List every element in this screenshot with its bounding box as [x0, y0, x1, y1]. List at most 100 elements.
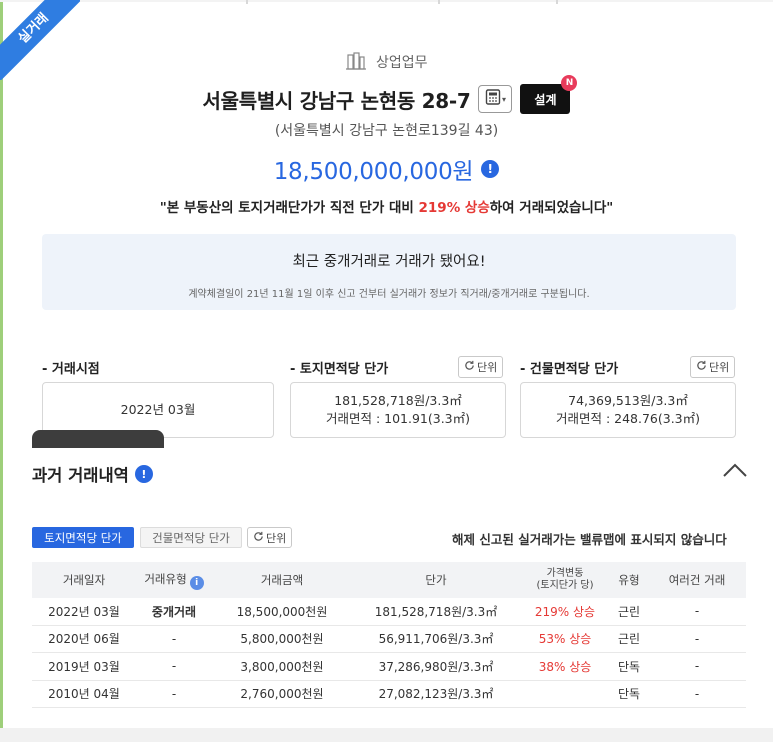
broker-deal-notice: 최근 중개거래로 거래가 됐어요! 계약체결일이 21년 11월 1일 이후 신… — [42, 234, 736, 310]
toast-popup — [32, 430, 164, 448]
calculator-dropdown-button[interactable]: ▾ — [478, 85, 513, 113]
property-type-label: 상업업무 — [375, 55, 428, 71]
table-row: 2020년 06월 - 5,800,000천원 56,911,706원/3.3㎡ 53%… — [32, 626, 746, 653]
col-unit-price: 단가 — [425, 573, 447, 587]
land-unit-price-label: - 토지면적당 단가 — [290, 362, 389, 377]
table-row: 2019년 03월 - 3,800,000천원 37,286,980원/3.3㎡ 38%… — [32, 653, 746, 681]
info-icon[interactable]: ! — [134, 465, 153, 483]
design-button[interactable]: 설계 N — [520, 75, 578, 114]
col-kind: 유형 — [618, 573, 640, 587]
calculator-icon — [485, 89, 501, 109]
history-table: 거래일자 거래유형 i 거래금액 단가 가격변동 (토지단가 당) 유형 여러건 … — [32, 562, 746, 708]
cell-unit-price: 181,528,718원/3.3㎡ — [374, 604, 498, 619]
cell-price-change: 219% 상승 — [534, 604, 596, 619]
history-notice: 해제 신고된 실거래가는 밸류맵에 표시되지 않습니다 — [452, 532, 727, 547]
road-address: (서울특별시 강남구 논현로139길 43) — [274, 123, 499, 139]
cell-kind: 단독 — [617, 687, 641, 702]
cell-kind: 단독 — [617, 659, 641, 674]
address-row: 서울특별시 강남구 논현동 28-7 ▾ 설계 N — [0, 75, 773, 118]
design-button-label: 설계 — [534, 92, 557, 107]
col-multi: 여러건 거래 — [668, 573, 726, 587]
bottom-bar — [0, 728, 773, 742]
history-header: 과거 거래내역 ! — [32, 462, 153, 486]
building-trade-area: 거래면적 : 248.76(3.3㎡) — [555, 411, 701, 426]
quote-post: 하여 거래되었습니다" — [489, 200, 614, 216]
top-tick — [438, 0, 440, 4]
quote-highlight: 219% 상승 — [418, 200, 490, 216]
col-date: 거래일자 — [62, 573, 106, 587]
cell-deal-type: - — [171, 631, 177, 646]
land-unit-price-box: 181,528,718원/3.3㎡ 거래면적 : 101.91(3.3㎡) — [290, 382, 506, 438]
history-title: 과거 거래내역 — [32, 466, 129, 485]
col-price-change: 가격변동 (토지단가 당) — [520, 568, 610, 592]
tab-label: 건물면적당 단가 — [152, 530, 230, 545]
cell-date: 2010년 04월 — [48, 687, 120, 702]
top-divider — [0, 0, 773, 4]
cell-price-change: 53% 상승 — [538, 632, 592, 647]
refresh-icon — [696, 360, 707, 374]
table-row: 2022년 03월 중개거래 18,500,000천원 181,528,718원/3.… — [32, 598, 746, 626]
price-change-quote: "본 부동산의 토지거래단가가 직전 단가 대비 219% 상승하여 거래되었습… — [0, 196, 773, 216]
refresh-icon — [464, 360, 475, 374]
cell-unit-price: 37,286,980원/3.3㎡ — [378, 659, 494, 674]
table-header: 거래일자 거래유형 i 거래금액 단가 가격변동 (토지단가 당) 유형 여러건 … — [32, 562, 746, 598]
cell-amount: 18,500,000천원 — [236, 604, 328, 619]
notice-description: 계약체결일이 21년 11월 1일 이후 신고 건부터 실거래가 정보가 직거래… — [188, 289, 590, 300]
caret-down-icon: ▾ — [501, 94, 506, 104]
building-unit-price-box: 74,369,513원/3.3㎡ 거래면적 : 248.76(3.3㎡) — [520, 382, 736, 438]
cell-unit-price: 56,911,706원/3.3㎡ — [378, 632, 494, 647]
history-unit-toggle-button[interactable]: 단위 — [247, 527, 293, 548]
building-unit-toggle-button[interactable]: 단위 — [690, 356, 736, 378]
cell-kind: 근린 — [617, 604, 641, 619]
col-price-change-label: 가격변동 — [546, 568, 584, 579]
cell-multi: - — [694, 686, 700, 701]
col-deal-type: 거래유형 i — [136, 571, 212, 590]
top-tick — [246, 0, 248, 4]
land-unit-toggle-button[interactable]: 단위 — [458, 356, 504, 378]
cell-date: 2022년 03월 — [48, 604, 120, 619]
tab-building-unit-price[interactable]: 건물면적당 단가 — [140, 527, 242, 548]
cell-kind: 근린 — [617, 632, 641, 647]
cell-multi: - — [694, 631, 700, 646]
refresh-icon — [253, 531, 264, 545]
cell-multi: - — [694, 604, 700, 619]
col-price-change-sub: (토지단가 당) — [536, 580, 594, 591]
table-body: 2022년 03월 중개거래 18,500,000천원 181,528,718원/3.… — [32, 598, 746, 708]
info-icon[interactable]: i — [189, 575, 204, 590]
col-amount: 거래금액 — [260, 573, 304, 587]
unit-label: 단위 — [709, 361, 730, 374]
top-tick — [556, 0, 558, 4]
tab-label: 토지면적당 단가 — [44, 530, 122, 545]
quote-pre: "본 부동산의 토지거래단가가 직전 단가 대비 — [159, 200, 414, 216]
building-unit-price: 74,369,513원/3.3㎡ — [568, 393, 688, 408]
info-icon[interactable]: ! — [481, 160, 500, 178]
col-deal-type-label: 거래유형 — [144, 571, 187, 586]
cell-deal-type: - — [171, 659, 177, 674]
tab-land-unit-price[interactable]: 토지면적당 단가 — [32, 527, 134, 548]
table-row: 2010년 04월 - 2,760,000천원 27,082,123원/3.3㎡ 단독 - — [32, 681, 746, 708]
cell-date: 2020년 06월 — [48, 632, 120, 647]
cell-unit-price: 27,082,123원/3.3㎡ — [378, 687, 494, 702]
building-icon — [345, 52, 366, 74]
trade-time-value: 2022년 03월 — [120, 402, 196, 417]
new-badge: N — [561, 75, 578, 91]
cell-multi: - — [694, 659, 700, 674]
address-title: 서울특별시 강남구 논현동 28-7 — [202, 88, 471, 113]
land-trade-area: 거래면적 : 101.91(3.3㎡) — [325, 411, 471, 426]
cell-price-change: 38% 상승 — [538, 659, 592, 674]
cell-date: 2019년 03월 — [48, 659, 120, 674]
trade-time-label: - 거래시점 — [42, 362, 100, 377]
building-unit-price-label: - 건물면적당 단가 — [520, 362, 619, 377]
cell-deal-type: - — [171, 686, 177, 701]
unit-label: 단위 — [266, 531, 287, 545]
chevron-up-icon[interactable] — [722, 460, 748, 484]
cell-deal-type: 중개거래 — [151, 604, 197, 619]
land-unit-price: 181,528,718원/3.3㎡ — [334, 393, 462, 408]
cell-amount: 2,760,000천원 — [240, 687, 324, 702]
notice-title: 최근 중개거래로 거래가 됐어요! — [292, 254, 486, 270]
trade-price: 18,500,000,000원 — [273, 159, 474, 185]
cell-amount: 5,800,000천원 — [240, 632, 324, 647]
price-row: 18,500,000,000원 ! — [0, 152, 773, 186]
cell-amount: 3,800,000천원 — [240, 659, 324, 674]
unit-label: 단위 — [477, 361, 498, 374]
